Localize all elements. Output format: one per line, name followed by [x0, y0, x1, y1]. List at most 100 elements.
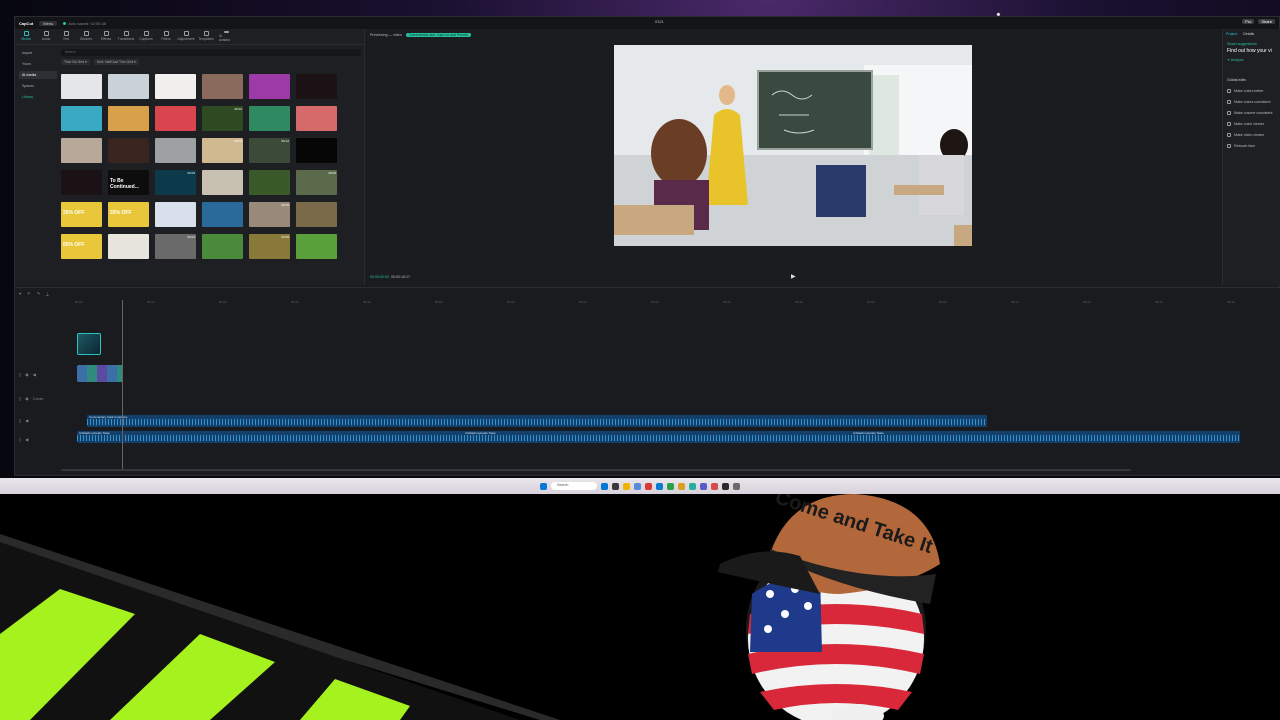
sidebar-item-yours[interactable]: Yours	[19, 60, 57, 68]
media-thumbnail[interactable]	[296, 74, 337, 99]
sidebar-item-spaces[interactable]: Spaces	[19, 82, 57, 90]
taskbar-app-icon[interactable]	[711, 482, 718, 490]
taskbar-app-icon[interactable]	[623, 482, 630, 490]
media-thumbnail[interactable]	[155, 106, 196, 131]
global-edit-item[interactable]: Make volume consistent	[1227, 111, 1277, 115]
audio-clip-2[interactable]: AnDaebi episode Taste AnDaebi episode Ta…	[77, 431, 1240, 443]
media-thumbnail[interactable]	[155, 74, 196, 99]
media-thumbnail[interactable]	[202, 202, 243, 227]
media-tab-media[interactable]: Media	[19, 31, 33, 42]
taskbar-app-icon[interactable]	[656, 482, 663, 490]
split-icon[interactable]: ⟂	[46, 291, 49, 296]
media-thumbnail[interactable]	[61, 106, 102, 131]
media-thumbnail[interactable]: 00:05	[249, 202, 290, 227]
visibility-icon[interactable]: ◉	[25, 372, 29, 377]
lock-icon[interactable]: ▯	[19, 372, 21, 377]
global-edit-item[interactable]: Make video clearer	[1227, 133, 1277, 137]
media-tab-ai-avatars[interactable]: AI avatars	[219, 31, 233, 42]
media-thumbnail[interactable]: 65% OFF	[61, 234, 102, 259]
share-button[interactable]: Share	[1258, 19, 1275, 24]
media-thumbnail[interactable]: 00:05	[296, 170, 337, 195]
select-tool-icon[interactable]: ⌖	[19, 291, 21, 296]
taskbar-app-icon[interactable]	[700, 482, 707, 490]
taskbar-app-icon[interactable]	[678, 482, 685, 490]
tab-details[interactable]: Details	[1243, 32, 1254, 36]
media-thumbnail[interactable]	[202, 74, 243, 99]
global-edit-item[interactable]: Make colors consistent	[1227, 100, 1277, 104]
media-thumbnail[interactable]	[155, 202, 196, 227]
media-search-input[interactable]: Search	[61, 49, 361, 56]
playhead[interactable]	[122, 300, 123, 470]
taskbar-app-icon[interactable]	[612, 482, 619, 490]
filter-dropdown[interactable]: Trial: No Grid ▾	[61, 59, 90, 65]
media-thumbnail[interactable]	[61, 170, 102, 195]
media-thumbnail[interactable]: 00:04	[155, 234, 196, 259]
media-thumbnail[interactable]	[296, 106, 337, 131]
media-thumbnail[interactable]	[296, 202, 337, 227]
media-tab-stickers[interactable]: Stickers	[79, 31, 93, 42]
media-tab-transitions[interactable]: Transitions	[118, 31, 134, 42]
taskbar-app-icon[interactable]	[667, 482, 674, 490]
media-tab-filters[interactable]: Filters	[159, 31, 173, 42]
mute-icon[interactable]: ◀	[25, 437, 28, 442]
media-thumbnail[interactable]: 00:02	[202, 106, 243, 131]
cover-clip[interactable]	[77, 333, 101, 355]
media-tab-effects[interactable]: Effects	[99, 31, 113, 42]
mute-icon[interactable]: ◀	[25, 418, 28, 423]
media-thumbnail[interactable]	[249, 74, 290, 99]
media-tab-audio[interactable]: Audio	[39, 31, 53, 42]
taskbar-app-icon[interactable]	[689, 482, 696, 490]
lock-icon[interactable]: ▯	[19, 418, 21, 423]
menu-button[interactable]: Menu	[39, 20, 58, 26]
video-clip[interactable]	[77, 365, 123, 382]
pro-badge[interactable]: Pro	[1242, 19, 1255, 24]
taskbar-app-icon[interactable]	[601, 482, 608, 490]
media-thumbnail[interactable]: 00:04	[155, 170, 196, 195]
taskbar-app-icon[interactable]	[733, 482, 740, 490]
media-thumbnail[interactable]	[108, 234, 149, 259]
media-thumbnail[interactable]: 00:12	[249, 138, 290, 163]
media-thumbnail[interactable]: To Be Continued...	[108, 170, 149, 195]
sidebar-item-import[interactable]: Import	[19, 49, 57, 57]
media-thumbnail[interactable]	[108, 138, 149, 163]
media-thumbnail[interactable]	[155, 138, 196, 163]
media-thumbnail[interactable]	[61, 138, 102, 163]
media-thumbnail[interactable]: 00:05	[249, 234, 290, 259]
timeline-scrollbar[interactable]	[61, 469, 1131, 471]
global-edit-item[interactable]: Make voice clearer	[1227, 122, 1277, 126]
play-button[interactable]: ▶	[791, 273, 796, 280]
media-tab-text[interactable]: Text	[59, 31, 73, 42]
video-preview[interactable]	[614, 45, 972, 246]
lock-icon[interactable]: ▯	[19, 437, 21, 442]
media-thumbnail[interactable]	[249, 170, 290, 195]
media-thumbnail[interactable]	[61, 74, 102, 99]
global-edit-item[interactable]: Make colors better	[1227, 89, 1277, 93]
sidebar-item-ai-media[interactable]: AI media	[19, 71, 57, 79]
redo-icon[interactable]: ↷	[37, 291, 40, 296]
taskbar-search[interactable]: Search	[551, 482, 597, 490]
media-thumbnail[interactable]	[108, 106, 149, 131]
taskbar-app-icon[interactable]	[645, 482, 652, 490]
media-thumbnail[interactable]	[202, 234, 243, 259]
media-tab-captions[interactable]: Captions	[139, 31, 153, 42]
media-thumbnail[interactable]: 00:03	[202, 138, 243, 163]
media-thumbnail[interactable]	[296, 234, 337, 259]
filter-dropdown[interactable]: Grid: Half/Just Trim Grid ▾	[93, 59, 139, 65]
media-tab-adjustment[interactable]: Adjustment	[178, 31, 194, 42]
media-thumbnail[interactable]	[296, 138, 337, 163]
media-thumbnail[interactable]	[108, 74, 149, 99]
start-icon[interactable]	[540, 482, 547, 490]
undo-icon[interactable]: ↶	[27, 291, 30, 296]
taskbar-app-icon[interactable]	[722, 482, 729, 490]
lock-icon[interactable]: ▯	[19, 396, 21, 401]
analyze-button[interactable]: ✦ Analyze	[1227, 58, 1277, 62]
media-thumbnail[interactable]: 25% OFF	[61, 202, 102, 227]
media-thumbnail[interactable]	[202, 170, 243, 195]
global-edit-item[interactable]: Retouch face	[1227, 144, 1277, 148]
media-thumbnail[interactable]	[249, 106, 290, 131]
taskbar-app-icon[interactable]	[634, 482, 641, 490]
audio-clip-1[interactable]: Commentary track templates	[87, 415, 987, 427]
tab-project[interactable]: Project	[1226, 32, 1237, 36]
media-thumbnail[interactable]: 55% OFF	[108, 202, 149, 227]
sidebar-item-library[interactable]: Library	[19, 93, 57, 101]
